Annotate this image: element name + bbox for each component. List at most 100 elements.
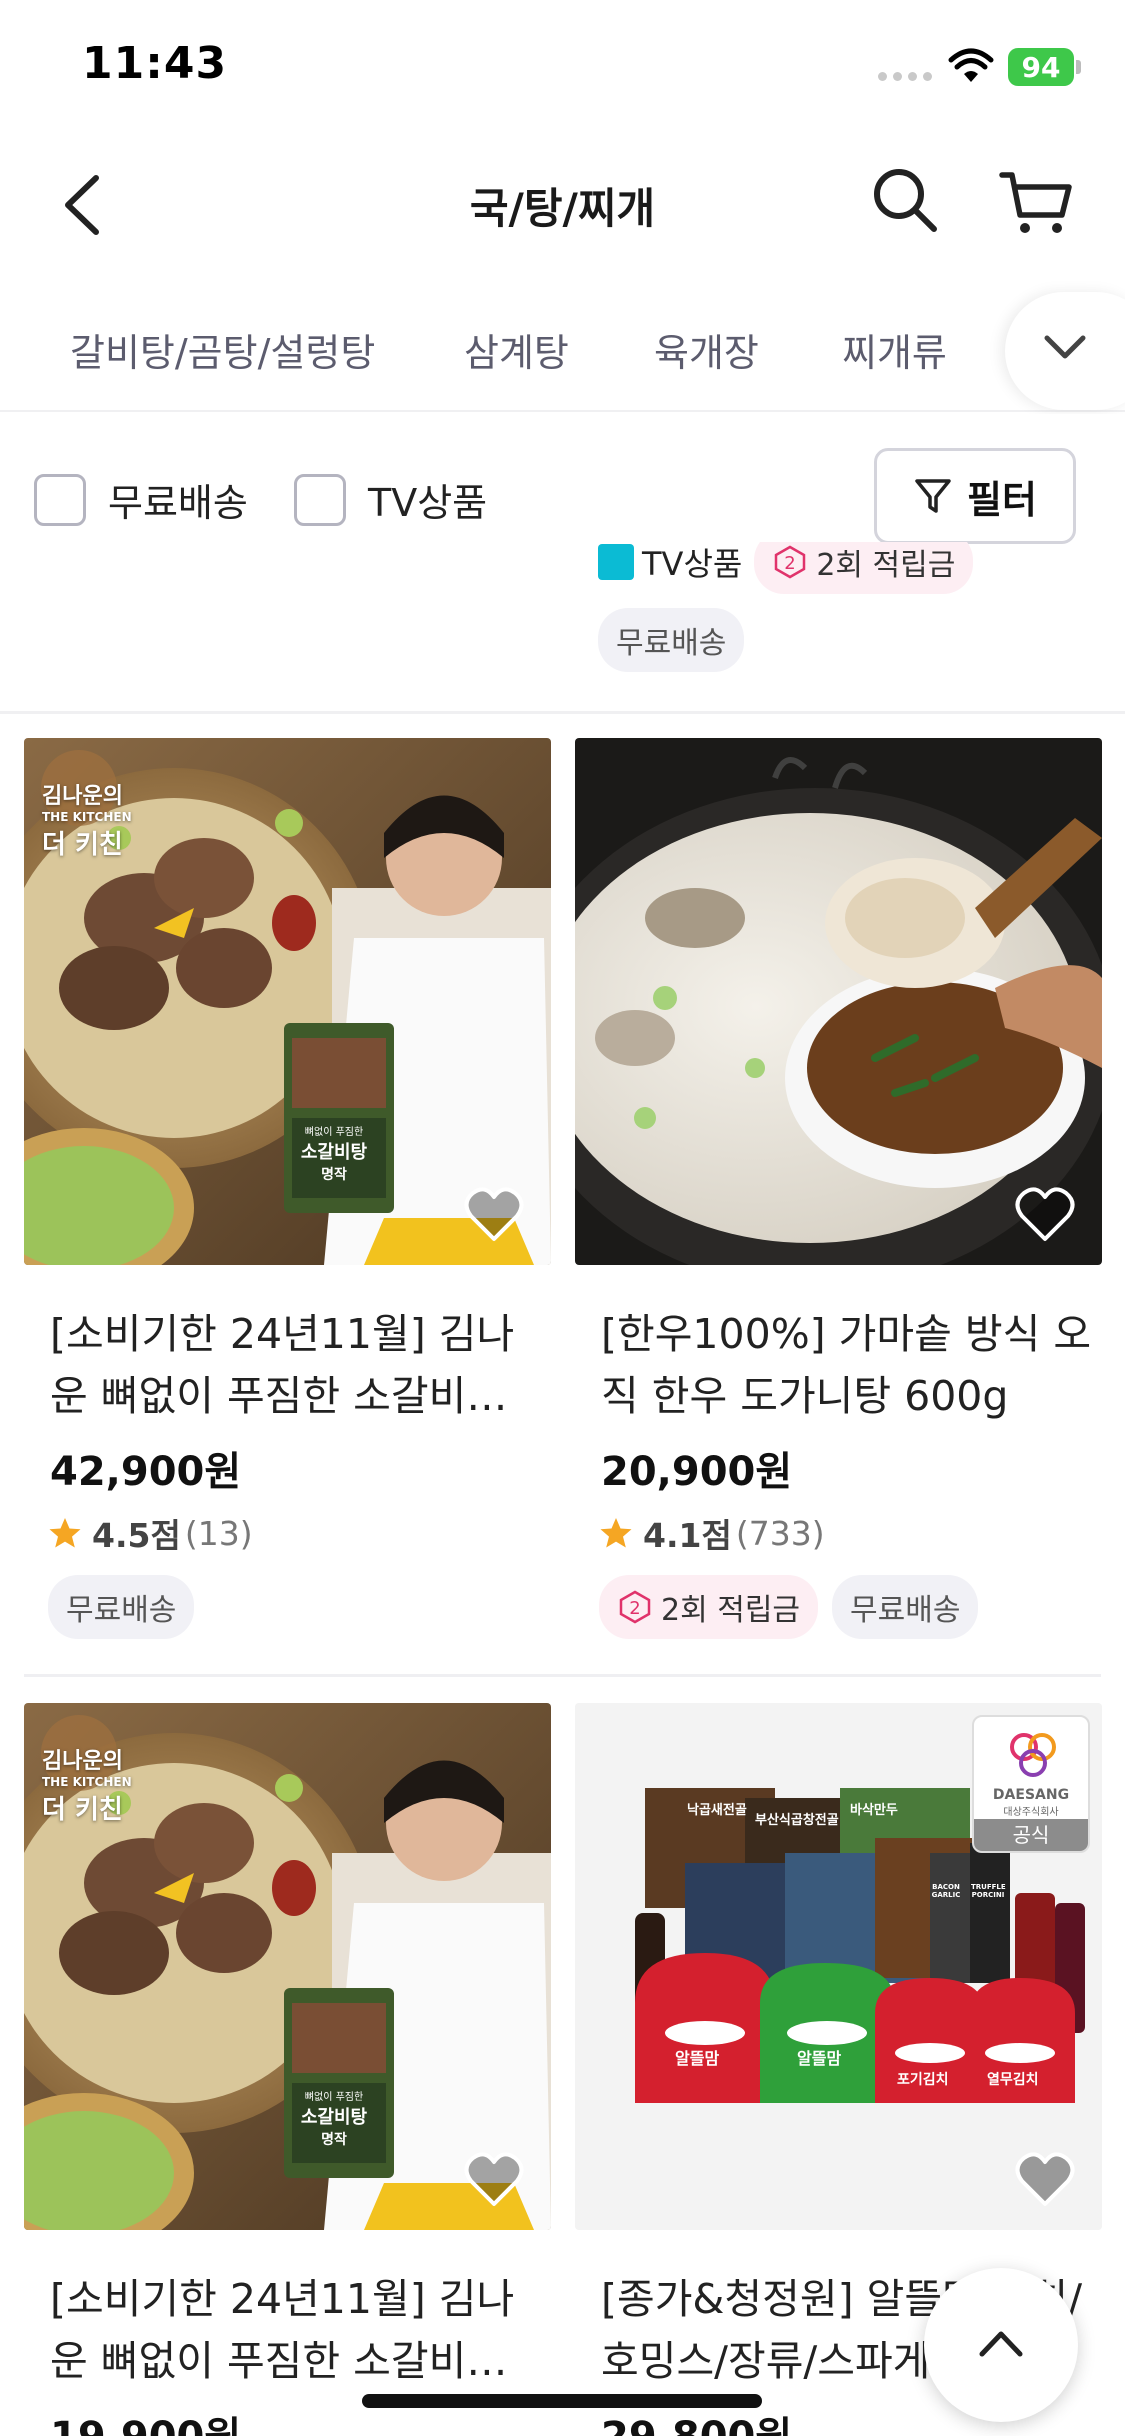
free-shipping-label: 무료배송 xyxy=(108,481,248,525)
reward-badge: 2 2회 적립금 xyxy=(599,1575,819,1639)
package-label: 뼈없이 푸짐한 소갈비탕 명작 xyxy=(294,1123,374,1184)
brand-logo-overlay: 김나운의 THE KITCHEN 더 키친 xyxy=(42,1743,162,1826)
checkbox-box[interactable] xyxy=(294,473,346,526)
brand-line-3: 더 키친 xyxy=(42,830,123,860)
chevron-up-icon xyxy=(979,2331,1023,2357)
box-label-1: 낙곱새전골 xyxy=(687,1803,747,1818)
battery-level: 94 xyxy=(1021,50,1061,84)
category-tab-galbitang[interactable]: 갈비탕/곰탕/설렁탕 xyxy=(70,322,375,377)
product-image[interactable]: 낙곱새전골 부산식곱창전골 바삭만두 BACON GARLIC TRUFFLE … xyxy=(575,1703,1102,2230)
product-price: 42,900원 xyxy=(50,1449,242,1495)
pack-line-3: 명작 xyxy=(321,1167,347,1183)
product-card[interactable]: 김나운의 THE KITCHEN 더 키친 뼈없이 푸짐한 소갈비탕 명작 [소… xyxy=(24,738,551,1639)
cellular-signal-icon xyxy=(878,72,932,81)
product-image[interactable] xyxy=(575,738,1102,1265)
package-label: 뼈없이 푸짐한 소갈비탕 명작 xyxy=(294,2088,374,2149)
review-count: (13) xyxy=(184,1513,253,1553)
product-card[interactable]: [한우100%] 가마솥 방식 오직 한우 도가니탕 600g 20,900원 … xyxy=(575,738,1102,1639)
scroll-to-top-button[interactable] xyxy=(924,2268,1078,2422)
product-price: 19,900원 xyxy=(24,2404,551,2436)
search-icon[interactable] xyxy=(870,165,940,235)
product-card[interactable]: 김나운의 THE KITCHEN 더 키친 뼈없이 푸짐한 소갈비탕 명작 [소… xyxy=(24,1703,551,2436)
category-tab-yukgaejang[interactable]: 육개장 xyxy=(654,322,759,377)
official-brand-badge: DAESANG 대상주식회사 공식 xyxy=(972,1715,1090,1853)
checkbox-box[interactable] xyxy=(34,473,86,526)
daesang-logo-icon xyxy=(1010,1733,1056,1777)
badge-brand-sub: 대상주식회사 xyxy=(1003,1807,1059,1818)
badge-brand: DAESANG 대상주식회사 xyxy=(974,1787,1088,1818)
tv-product-checkbox[interactable]: TV상품 xyxy=(294,472,487,527)
product-rating: 4.1점 (733) xyxy=(575,1509,1102,1557)
partial-product-tags: TV상품 2 2회 적립금 무료배송 xyxy=(0,542,1125,714)
filter-button-label: 필터 xyxy=(967,477,1037,522)
pack-label-4: 열무김치 xyxy=(987,2072,1039,2088)
reward-badge: 2 2회 적립금 xyxy=(754,542,974,594)
filter-button[interactable]: 필터 xyxy=(874,448,1076,544)
product-rating: 4.5점 (13) xyxy=(24,1509,551,1557)
svg-text:2: 2 xyxy=(785,553,796,574)
nav-bar: 국/탕/찌개 xyxy=(0,135,1125,275)
badge-label: 공식 xyxy=(974,1819,1088,1851)
pack-line-1: 뼈없이 푸짐한 xyxy=(304,1127,364,1138)
tv-tag: TV상품 xyxy=(598,542,742,585)
brand-line-1: 김나운의 xyxy=(42,1749,123,1774)
tv-product-label: TV상품 xyxy=(368,481,488,525)
brand-line-2: THE KITCHEN xyxy=(42,810,132,824)
heart-icon[interactable] xyxy=(463,1185,525,1243)
review-count: (733) xyxy=(735,1513,825,1553)
cart-icon[interactable] xyxy=(998,167,1074,237)
reward-badge-label: 2회 적립금 xyxy=(661,1593,801,1628)
star-icon xyxy=(600,1518,632,1548)
reward-icon: 2 xyxy=(775,545,806,579)
battery-tip xyxy=(1076,60,1081,74)
badge-brand-name: DAESANG xyxy=(992,1787,1070,1803)
pack-label-3: 포기김치 xyxy=(897,2072,949,2088)
pack-line-1: 뼈없이 푸짐한 xyxy=(304,2092,364,2103)
category-tab-samgyetang[interactable]: 삼계탕 xyxy=(464,322,569,377)
reward-icon: 2 xyxy=(619,1590,651,1624)
product-name[interactable]: [소비기한 24년11월] 김나운 뼈없이 푸짐한 소갈비탕 명작 xyxy=(24,2268,551,2392)
category-tabs: 갈비탕/곰탕/설렁탕 삼계탕 육개장 찌개류 xyxy=(0,282,1125,412)
free-shipping-checkbox[interactable]: 무료배송 xyxy=(34,472,248,527)
status-time: 11:43 xyxy=(82,38,228,89)
star-icon xyxy=(49,1518,81,1548)
product-name[interactable]: [소비기한 24년11월] 김나운 뼈없이 푸짐한 소갈비탕 명작 xyxy=(24,1303,551,1427)
reward-badge-label: 2회 적립금 xyxy=(816,548,956,583)
category-tab-jjigae[interactable]: 찌개류 xyxy=(842,322,947,377)
tv-check-icon xyxy=(598,544,634,580)
chevron-down-icon xyxy=(1044,335,1086,359)
product-image[interactable]: 김나운의 THE KITCHEN 더 키친 뼈없이 푸짐한 소갈비탕 명작 xyxy=(24,738,551,1265)
free-shipping-badge: 무료배송 xyxy=(48,1575,195,1639)
pack-line-2: 소갈비탕 xyxy=(300,1142,368,1163)
status-bar: 11:43 94 xyxy=(0,0,1125,135)
category-expand-button[interactable] xyxy=(1005,292,1125,410)
product-tags: 2 2회 적립금 무료배송 xyxy=(575,1575,1102,1639)
product-tags: 무료배송 xyxy=(24,1575,551,1639)
product-image[interactable]: 김나운의 THE KITCHEN 더 키친 뼈없이 푸짐한 소갈비탕 명작 xyxy=(24,1703,551,2230)
home-indicator xyxy=(362,2394,762,2408)
brand-line-1: 김나운의 xyxy=(42,784,123,809)
brand-line-2: THE KITCHEN xyxy=(42,1775,132,1789)
free-shipping-badge: 무료배송 xyxy=(832,1575,979,1639)
box-label-2: 부산식곱창전골 xyxy=(755,1813,839,1828)
filter-bar: 무료배송 TV상품 필터 xyxy=(0,414,1125,544)
brand-line-3: 더 키친 xyxy=(42,1795,123,1825)
heart-icon[interactable] xyxy=(1014,1185,1076,1243)
product-price: 20,900원 xyxy=(601,1449,793,1495)
product-name[interactable]: [한우100%] 가마솥 방식 오직 한우 도가니탕 600g xyxy=(575,1303,1102,1427)
free-shipping-badge: 무료배송 xyxy=(598,608,745,672)
tv-tag-label: TV상품 xyxy=(642,545,743,583)
battery-icon: 94 xyxy=(1008,48,1074,86)
pack-line-2: 소갈비탕 xyxy=(300,2107,368,2128)
pack-label-1: 알뜰맘 xyxy=(675,2049,720,2068)
rating-score: 4.5점 xyxy=(92,1516,181,1555)
heart-icon[interactable] xyxy=(1014,2150,1076,2208)
heart-icon[interactable] xyxy=(463,2150,525,2208)
filter-funnel-icon xyxy=(915,479,951,513)
box-label-3: 바삭만두 xyxy=(850,1803,898,1818)
pack-label-2: 알뜰맘 xyxy=(797,2049,842,2068)
rating-score: 4.1점 xyxy=(643,1516,732,1555)
wifi-icon xyxy=(948,48,994,82)
bottle-label-1: BACON GARLIC xyxy=(931,1883,961,1899)
row-divider xyxy=(24,1674,1101,1677)
